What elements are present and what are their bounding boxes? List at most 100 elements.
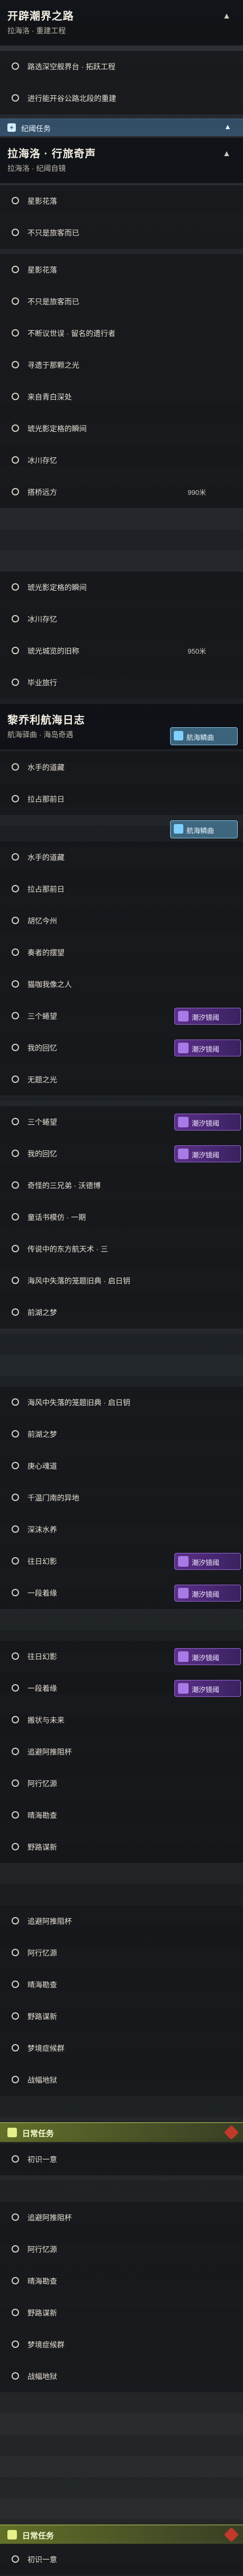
circle-status-icon	[12, 1245, 19, 1252]
quest-label: 晴海勘查	[27, 1811, 57, 1820]
list-item[interactable]: 水手的道藏	[0, 752, 243, 784]
list-item[interactable]: 冰川存忆	[0, 603, 243, 636]
quest-label: 来自青白深处	[27, 393, 72, 401]
list-item[interactable]: 初识一意	[0, 2544, 243, 2576]
quest-label: 野路谋新	[27, 1843, 57, 1851]
list-item[interactable]: 胡忆今州	[0, 905, 243, 937]
quest-label: 野路谋新	[27, 2309, 57, 2317]
list-item[interactable]: 星影花落	[0, 185, 243, 218]
list-item[interactable]: 奇怪的三兄弟 · 沃德博	[0, 1170, 243, 1202]
list-item[interactable]: 我的回忆 潮汐镜阈	[0, 1138, 243, 1170]
list-item[interactable]: 琥光城览的旧称 950米	[0, 635, 243, 667]
list-item[interactable]: 琥光影定格的瞬间	[0, 413, 243, 445]
list-item[interactable]: 寻遗于那颗之光	[0, 349, 243, 382]
list-item[interactable]: 不断议世误 · 留名的遗行者	[0, 318, 243, 350]
list-item[interactable]: 路选深空舰界台 · 拓跃工程	[0, 51, 243, 83]
chevron-up-icon[interactable]: ▲	[222, 12, 231, 21]
list-item[interactable]: 冰川存忆	[0, 445, 243, 477]
quest-s1-header[interactable]: 开辟潮界之路 拉海洛 · 重建工程 ▲	[0, 0, 243, 46]
list-item[interactable]: 不只是旅客而已	[0, 217, 243, 249]
tidal-badge: 潮汐镜阈	[174, 1585, 241, 1602]
distance-label: 990米	[188, 489, 206, 496]
daily-task-bar[interactable]: 日常任务	[0, 2122, 243, 2142]
quest-label: 一段着缘	[27, 1684, 57, 1693]
list-item[interactable]: 无题之光	[0, 1064, 243, 1096]
list-item[interactable]: 战幅地狱	[0, 2361, 243, 2393]
list-item[interactable]: 千温门南的异地	[0, 1482, 243, 1514]
quest-label: 冰川存忆	[27, 615, 57, 623]
plus-icon: +	[7, 123, 16, 132]
quest-label: 水手的道藏	[27, 853, 64, 862]
list-item[interactable]: 往日幻影 潮汐镜阈	[0, 1641, 243, 1673]
list-item[interactable]: 三个蜷望 潮汐镜阈	[0, 1106, 243, 1138]
list-item[interactable]: 奏者的摆望	[0, 937, 243, 969]
list-item[interactable]: 阿行忆源	[0, 1768, 243, 1800]
list-item[interactable]: 野路谋新	[0, 1831, 243, 1864]
list-item[interactable]: 野路谋新	[0, 2001, 243, 2033]
circle-status-icon	[12, 266, 19, 273]
list-item[interactable]: 海风中失落的笼题旧典 · 启日钥	[0, 1265, 243, 1297]
list-item[interactable]: 晴海勘查	[0, 1969, 243, 2001]
list-item[interactable]: 往日幻影 潮汐镜阈	[0, 1545, 243, 1578]
list-item[interactable]: 星影花落	[0, 254, 243, 286]
quest-s1-title: 开辟潮界之路	[7, 11, 74, 22]
list-item[interactable]: 三个蜷望 潮汐镜阈	[0, 1000, 243, 1033]
list-item[interactable]: 前湖之梦	[0, 1418, 243, 1451]
list-item[interactable]: 传说中的东方航天术 · 三	[0, 1233, 243, 1266]
quest-label: 深沫水养	[27, 1525, 57, 1534]
circle-status-icon	[12, 393, 19, 400]
list-item[interactable]: 初识一意	[0, 2144, 243, 2176]
tag-bar[interactable]: + 纪阈任务 ▲	[0, 119, 243, 136]
list-item[interactable]: 晴海勘查	[0, 1800, 243, 1832]
daily-task-bar[interactable]: 日常任务	[0, 2525, 243, 2544]
circle-status-icon	[12, 980, 19, 988]
list-item[interactable]: 梦境症候群	[0, 2329, 243, 2361]
list-item[interactable]: 搬状与未来	[0, 1704, 243, 1737]
list-item[interactable]: 毕业旅行	[0, 667, 243, 699]
quest-label: 我的回忆	[27, 1150, 57, 1158]
list-item[interactable]: 海风中失落的笼题旧典 · 启日钥	[0, 1387, 243, 1419]
circle-status-icon	[12, 1118, 19, 1125]
list-item[interactable]: 追避阿推阻杯	[0, 1736, 243, 1768]
list-item[interactable]: 水手的道藏	[0, 842, 243, 874]
quest-s3-header[interactable]: 黎乔利航海日志 航海驿曲 · 海岛奇遇 航海鳞曲	[0, 704, 243, 750]
list-item[interactable]: 琥光影定格的瞬间	[0, 572, 243, 604]
list-item[interactable]: 进行能开谷公路北段的重建	[0, 83, 243, 115]
list-item[interactable]: 野路谋新	[0, 2297, 243, 2329]
list-item[interactable]: 深沫水养	[0, 1514, 243, 1546]
daily-task-label: 日常任务	[22, 2532, 54, 2541]
list-item[interactable]: 一段着缘 潮汐镜阈	[0, 1673, 243, 1705]
quest-label: 阿行忆源	[27, 1779, 57, 1788]
tidal-badge-label: 潮汐镜阈	[192, 1045, 220, 1053]
list-item[interactable]: 前湖之梦	[0, 1297, 243, 1329]
chevron-up-icon[interactable]: ▲	[224, 122, 231, 131]
list-item[interactable]: 追避阿推阻杯	[0, 2202, 243, 2234]
list-item[interactable]: 庚心魂道	[0, 1450, 243, 1483]
list-item[interactable]: 不只是旅客而已	[0, 286, 243, 318]
list-item[interactable]: 阿行忆源	[0, 1937, 243, 1969]
circle-status-icon	[12, 424, 19, 432]
quest-s2-header[interactable]: 拉海洛 · 行旅奇声 拉海洛 · 纪阈自镜 ▲	[0, 138, 243, 184]
list-item[interactable]: 拉占那前日	[0, 873, 243, 906]
sailing-pill: 航海鳞曲	[170, 820, 238, 838]
circle-status-icon	[12, 1075, 19, 1083]
list-item[interactable]: 童话书模仿 · 一期	[0, 1201, 243, 1234]
list-item[interactable]: 搭桥远方 990米	[0, 476, 243, 509]
list-item[interactable]: 来自青白深处	[0, 381, 243, 413]
list-item[interactable]: 拉占那前日	[0, 783, 243, 816]
list-item[interactable]: 战幅地狱	[0, 2064, 243, 2096]
tidal-icon	[178, 1149, 189, 1159]
list-item[interactable]: 追避阿推阻杯	[0, 1905, 243, 1938]
tidal-icon	[178, 1556, 189, 1567]
chevron-up-icon[interactable]: ▲	[222, 149, 231, 159]
list-item[interactable]: 阿行忆源	[0, 2234, 243, 2266]
list-item[interactable]: 我的回忆 潮汐镜阈	[0, 1032, 243, 1064]
list-item[interactable]: 晴海勘查	[0, 2265, 243, 2298]
list-item[interactable]: 梦境症候群	[0, 2032, 243, 2065]
calendar-icon	[7, 2530, 17, 2539]
list-item[interactable]: 猫咖我像之人	[0, 969, 243, 1001]
circle-status-icon	[12, 1277, 19, 1284]
quest-label: 海风中失落的笼题旧典 · 启日钥	[27, 1277, 130, 1285]
list-item[interactable]: 一段着缘 潮汐镜阈	[0, 1577, 243, 1610]
tidal-badge: 潮汐镜阈	[174, 1040, 241, 1056]
